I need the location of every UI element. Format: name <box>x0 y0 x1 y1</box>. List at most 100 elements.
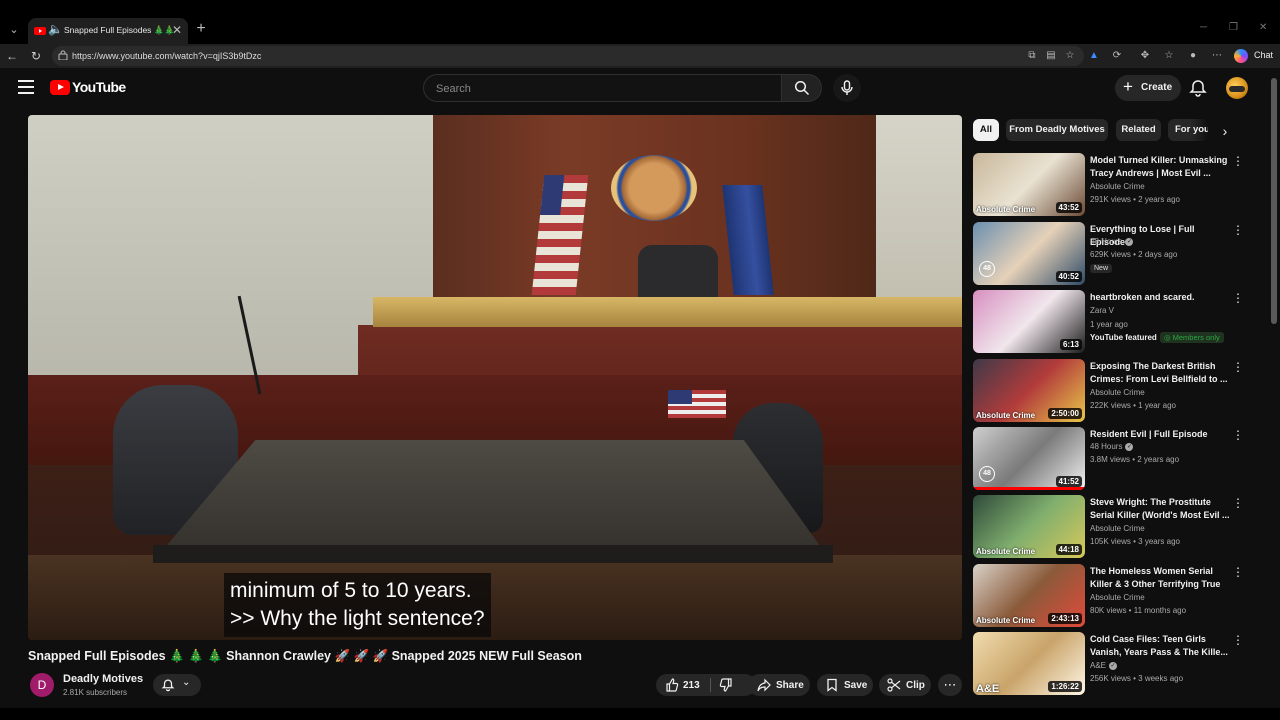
favorite-star-icon[interactable]: ☆ <box>1063 49 1077 63</box>
list-item[interactable]: Absolute Crime 44:18 Steve Wright: The Pr… <box>973 495 1253 559</box>
account-avatar[interactable] <box>1226 77 1248 99</box>
notification-preference-button[interactable]: ⌄ <box>153 674 201 696</box>
recommendation-title[interactable]: Resident Evil | Full Episode <box>1090 428 1230 441</box>
dislike-icon[interactable] <box>719 678 733 692</box>
extension-icon[interactable]: ▲ <box>1087 49 1101 63</box>
list-item[interactable]: 6:13 heartbroken and scared. Zara V 1 ye… <box>973 290 1253 354</box>
more-vert-icon[interactable]: ⋮ <box>1232 564 1244 580</box>
video-thumbnail[interactable]: 48 40:52 <box>973 222 1085 285</box>
tab-title: Snapped Full Episodes 🎄🎄 <box>64 25 174 35</box>
save-label: Save <box>844 680 868 691</box>
page-scrollbar[interactable] <box>1268 68 1280 720</box>
list-item[interactable]: 48 40:52 Everything to Lose | Full Episod… <box>973 222 1253 286</box>
video-thumbnail[interactable]: 6:13 <box>973 290 1085 353</box>
list-item[interactable]: A&E 1:26:22 Cold Case Files: Teen Girls V… <box>973 632 1253 696</box>
like-icon[interactable] <box>665 678 679 692</box>
recommendation-title[interactable]: Steve Wright: The Prostitute Serial Kill… <box>1090 496 1230 522</box>
channel-label: 48 Hours <box>1090 237 1123 246</box>
browser-tab[interactable]: 🔈 Snapped Full Episodes 🎄🎄 ✕ <box>28 18 188 44</box>
more-vert-icon[interactable]: ⋮ <box>1232 359 1244 375</box>
scrollbar-thumb[interactable] <box>1271 78 1277 324</box>
duration: 40:52 <box>1055 271 1082 282</box>
list-item[interactable]: 48 41:52 Resident Evil | Full Episode 48 … <box>973 427 1253 491</box>
address-bar[interactable]: https://www.youtube.com/watch?v=qjIS3b9t… <box>52 46 1084 66</box>
save-button[interactable]: Save <box>817 674 873 696</box>
translate-icon[interactable]: ⧉ <box>1025 49 1039 63</box>
youtube-logo[interactable]: YouTube <box>50 79 126 96</box>
refresh-icon[interactable]: ↻ <box>28 48 44 64</box>
more-vert-icon[interactable]: ⋮ <box>1232 495 1244 511</box>
recommendation-title[interactable]: The Homeless Women Serial Killer & 3 Oth… <box>1090 565 1230 592</box>
more-vert-icon[interactable]: ⋮ <box>1232 290 1244 306</box>
recommendation-channel[interactable]: Zara V <box>1090 306 1114 315</box>
recommendation-channel[interactable]: Absolute Crime <box>1090 182 1145 191</box>
video-thumbnail[interactable]: Absolute Crime 43:52 <box>973 153 1085 216</box>
extensions-puzzle-icon[interactable]: ✥ <box>1138 49 1152 63</box>
recommendation-title[interactable]: Model Turned Killer: Unmasking Tracy And… <box>1090 154 1230 180</box>
recommendation-title[interactable]: heartbroken and scared. <box>1090 291 1230 304</box>
tab-actions-menu-icon[interactable]: ⌄ <box>4 20 24 40</box>
copilot-chat-button[interactable]: Chat <box>1232 47 1276 65</box>
back-icon[interactable]: ← <box>4 48 20 64</box>
recommendation-channel[interactable]: A&E ✓ <box>1090 661 1118 670</box>
site-info-icon[interactable] <box>58 50 68 60</box>
search-input[interactable] <box>436 81 766 97</box>
list-item[interactable]: Absolute Crime 2:43:13 The Homeless Women… <box>973 564 1253 628</box>
recommendation-channel[interactable]: 48 Hours ✓ <box>1090 442 1134 451</box>
chip-all[interactable]: All <box>973 119 999 141</box>
thumbnail-badge: Absolute Crime <box>976 205 1036 214</box>
list-item[interactable]: Absolute Crime 43:52 Model Turned Killer:… <box>973 153 1253 217</box>
thumbnail-badge: 48 <box>979 261 995 277</box>
recommendation-channel[interactable]: Absolute Crime <box>1090 524 1145 533</box>
more-vert-icon[interactable]: ⋮ <box>1232 153 1244 169</box>
caption-line-2: >> Why the light sentence? <box>230 607 485 630</box>
more-vert-icon[interactable]: ⋮ <box>1232 222 1244 238</box>
clip-button[interactable]: Clip <box>879 674 931 696</box>
minimize-window-icon[interactable]: ─ <box>1200 22 1207 33</box>
reading-view-icon[interactable]: ▤ <box>1044 49 1058 63</box>
chevron-right-icon[interactable]: › <box>1215 121 1235 141</box>
create-button[interactable]: + Create <box>1115 75 1181 101</box>
close-tab-icon[interactable]: ✕ <box>172 23 182 37</box>
closed-captions: minimum of 5 to 10 years. >> Why the lig… <box>224 573 491 637</box>
chevron-down-icon: ⌄ <box>182 677 191 688</box>
close-window-icon[interactable]: ✕ <box>1259 22 1267 33</box>
recommendation-channel[interactable]: 48 Hours ✓ <box>1090 237 1134 246</box>
channel-avatar[interactable]: D <box>30 673 54 697</box>
more-options-icon[interactable]: ⋯ <box>1210 49 1224 63</box>
list-item[interactable]: Absolute Crime 2:50:00 Exposing The Darke… <box>973 359 1253 423</box>
recommendation-channel[interactable]: Absolute Crime <box>1090 388 1145 397</box>
recommendation-channel[interactable]: Absolute Crime <box>1090 593 1145 602</box>
recommendation-title[interactable]: Exposing The Darkest British Crimes: Fro… <box>1090 360 1230 386</box>
recommendation-meta: 80K views • 11 months ago <box>1090 606 1187 615</box>
search-button[interactable] <box>781 74 822 102</box>
video-thumbnail[interactable]: Absolute Crime 44:18 <box>973 495 1085 558</box>
verified-icon: ✓ <box>1125 237 1134 246</box>
more-actions-icon[interactable]: ⋯ <box>938 674 962 696</box>
chip-from-channel[interactable]: From Deadly Motives <box>1006 119 1108 141</box>
like-count[interactable]: 213 <box>683 680 700 691</box>
share-button[interactable]: Share <box>748 674 810 696</box>
refresh-extension-icon[interactable]: ⟳ <box>1110 49 1124 63</box>
recommendation-title[interactable]: Cold Case Files: Teen Girls Vanish, Year… <box>1090 633 1230 659</box>
video-thumbnail[interactable]: Absolute Crime 2:50:00 <box>973 359 1085 422</box>
microphone-icon <box>841 80 853 95</box>
notifications-button[interactable] <box>1188 78 1208 98</box>
recommendation-meta: 256K views • 3 weeks ago <box>1090 674 1184 683</box>
video-player[interactable]: minimum of 5 to 10 years. >> Why the lig… <box>28 115 962 640</box>
video-thumbnail[interactable]: Absolute Crime 2:43:13 <box>973 564 1085 627</box>
chip-related[interactable]: Related <box>1116 119 1161 141</box>
favorites-icon[interactable]: ☆ <box>1162 49 1176 63</box>
restore-window-icon[interactable]: ❐ <box>1229 22 1238 33</box>
profile-icon[interactable]: ● <box>1186 49 1200 63</box>
channel-name[interactable]: Deadly Motives <box>63 673 143 685</box>
chip-for-you[interactable]: For you <box>1168 119 1208 141</box>
new-tab-icon[interactable]: + <box>192 20 210 38</box>
tab-audio-icon[interactable]: 🔈 <box>48 22 63 36</box>
video-thumbnail[interactable]: 48 41:52 <box>973 427 1085 490</box>
guide-menu-icon[interactable] <box>18 80 34 94</box>
voice-search-button[interactable] <box>833 74 861 102</box>
more-vert-icon[interactable]: ⋮ <box>1232 632 1244 648</box>
video-thumbnail[interactable]: A&E 1:26:22 <box>973 632 1085 695</box>
more-vert-icon[interactable]: ⋮ <box>1232 427 1244 443</box>
